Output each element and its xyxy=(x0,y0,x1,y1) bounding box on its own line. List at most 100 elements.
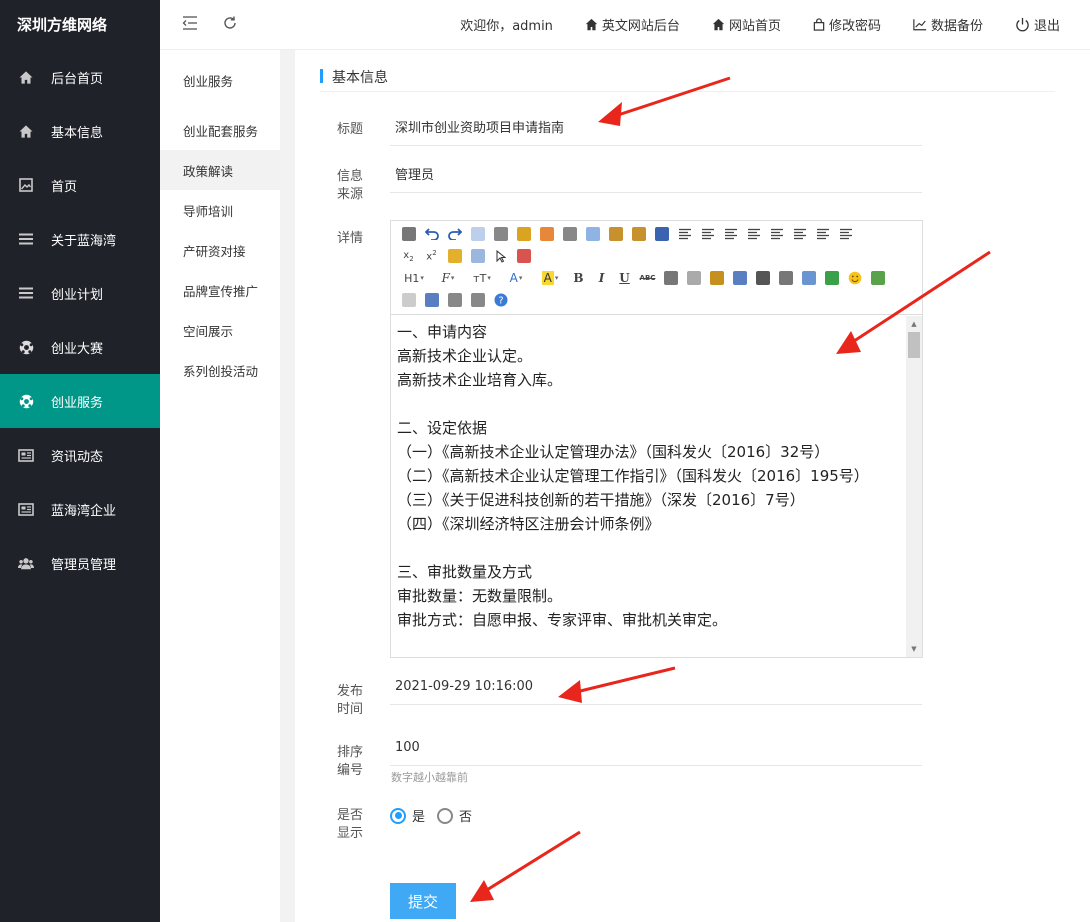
sort-input[interactable]: 100 xyxy=(390,730,922,766)
data-backup-link[interactable]: 数据备份 xyxy=(897,0,999,50)
sidebar-item-label: 管理员管理 xyxy=(51,557,117,573)
insert-image-icon[interactable] xyxy=(705,268,728,288)
change-password-link[interactable]: 修改密码 xyxy=(797,0,897,50)
bold-button[interactable]: B xyxy=(567,268,590,288)
indent-icon[interactable] xyxy=(811,224,834,244)
sidebar-item[interactable]: 创业计划 xyxy=(0,266,160,320)
subnav-item[interactable]: 系列创投活动 xyxy=(160,350,280,390)
editor-line: 审批数量：无数量限制。 xyxy=(397,587,563,605)
outdent-icon[interactable] xyxy=(834,224,857,244)
copy-icon[interactable] xyxy=(581,224,604,244)
editor-content[interactable]: 一、申请内容 高新技术企业认定。 高新技术企业培育入库。 二、设定依据 （一）《高新技术… xyxy=(391,316,906,657)
home-icon xyxy=(18,69,34,85)
editor-scrollbar[interactable]: ▲ ▼ xyxy=(906,316,922,657)
publish-time-input[interactable]: 2021-09-29 10:16:00 xyxy=(390,669,922,705)
editor-line: 高新技术企业培育入库。 xyxy=(397,371,563,389)
show-yes-radio[interactable]: 是 xyxy=(390,806,425,825)
table-icon[interactable] xyxy=(797,268,820,288)
select-all-icon[interactable] xyxy=(466,246,489,266)
sidebar-item[interactable]: 蓝海湾企业 xyxy=(0,482,160,536)
align-right-icon[interactable] xyxy=(719,224,742,244)
subnav-item[interactable]: 产研资对接 xyxy=(160,230,280,270)
collapse-menu-icon[interactable] xyxy=(182,15,198,34)
sidebar-item[interactable]: 创业服务 xyxy=(0,374,160,428)
underline-button[interactable]: U xyxy=(613,268,636,288)
dropdown-caret-icon: ▾ xyxy=(487,274,491,282)
scrollbar-thumb[interactable] xyxy=(908,332,920,358)
subnav-item[interactable]: 创业服务 xyxy=(160,50,280,110)
unordered-list-icon[interactable] xyxy=(788,224,811,244)
editor-line: （四）《深圳经济特区注册会计师条例》 xyxy=(397,515,660,533)
sidebar-nav: 后台首页基本信息首页 关于蓝海湾 创业计划 创业大赛 创业服务 资讯动态 蓝海湾企业管理员管… xyxy=(0,50,160,590)
paste-text-icon[interactable] xyxy=(627,224,650,244)
scroll-down-arrow-icon[interactable]: ▼ xyxy=(906,643,922,655)
sidebar-item-label: 基本信息 xyxy=(51,125,104,141)
ordered-list-icon[interactable] xyxy=(765,224,788,244)
english-backend-link[interactable]: 英文网站后台 xyxy=(569,0,696,50)
align-justify-icon[interactable] xyxy=(742,224,765,244)
font-family-select[interactable]: F ▾ xyxy=(431,268,465,288)
home-icon xyxy=(585,18,598,31)
template-icon[interactable] xyxy=(512,224,535,244)
source-input[interactable]: 管理员 xyxy=(390,155,922,193)
logout-link[interactable]: 退出 xyxy=(999,0,1090,50)
show-no-radio[interactable]: 否 xyxy=(437,806,472,825)
help-icon[interactable]: ? xyxy=(489,290,512,310)
print-icon[interactable] xyxy=(489,224,512,244)
sidebar-item[interactable]: 创业大赛 xyxy=(0,320,160,374)
subnav-item[interactable]: 品牌宣传推广 xyxy=(160,270,280,310)
clear-format-icon[interactable] xyxy=(443,246,466,266)
attachment-icon[interactable] xyxy=(774,268,797,288)
flash-icon[interactable] xyxy=(728,268,751,288)
sidebar-item[interactable]: 管理员管理 xyxy=(0,536,160,590)
eraser-icon[interactable] xyxy=(682,268,705,288)
source-label: 信息 来源 xyxy=(337,169,364,202)
cursor-icon[interactable] xyxy=(489,246,512,266)
sidebar-item[interactable]: 基本信息 xyxy=(0,104,160,158)
subnav-item[interactable]: 导师培训 xyxy=(160,190,280,230)
align-center-icon[interactable] xyxy=(696,224,719,244)
subnav-item[interactable]: 政策解读 xyxy=(160,150,280,190)
show-label: 是否 显示 xyxy=(337,808,364,841)
superscript-icon[interactable]: x2 xyxy=(420,246,443,266)
site-home-link[interactable]: 网站首页 xyxy=(696,0,797,50)
code-icon[interactable] xyxy=(535,224,558,244)
undo-icon[interactable] xyxy=(420,224,443,244)
emoticon-icon[interactable] xyxy=(843,268,866,288)
soccer-ball-icon xyxy=(18,339,34,355)
source-code-icon[interactable] xyxy=(397,224,420,244)
scroll-up-arrow-icon[interactable]: ▲ xyxy=(906,318,922,330)
insert-row-icon[interactable] xyxy=(820,268,843,288)
strikethrough-button[interactable]: ABC xyxy=(636,268,659,288)
redo-icon[interactable] xyxy=(443,224,466,244)
detail-label: 详情 xyxy=(337,231,364,246)
media-icon[interactable] xyxy=(751,268,774,288)
font-size-select[interactable]: тT ▾ xyxy=(465,268,499,288)
italic-button[interactable]: I xyxy=(590,268,613,288)
sidebar-item[interactable]: 首页 xyxy=(0,158,160,212)
cut-icon[interactable] xyxy=(558,224,581,244)
anchor-icon[interactable] xyxy=(420,290,443,310)
sidebar-item[interactable]: 关于蓝海湾 xyxy=(0,212,160,266)
fullscreen-icon[interactable] xyxy=(512,246,535,266)
title-input[interactable]: 深圳市创业资助项目申请指南 xyxy=(390,108,922,146)
submit-button[interactable]: 提交 xyxy=(390,883,456,919)
paste-icon[interactable] xyxy=(604,224,627,244)
subnav-item[interactable]: 创业配套服务 xyxy=(160,110,280,150)
subscript-icon[interactable]: x2 xyxy=(397,246,420,266)
paste-word-icon[interactable] xyxy=(650,224,673,244)
highlight-button[interactable]: A ▾ xyxy=(533,268,567,288)
font-color-button[interactable]: A ▾ xyxy=(499,268,533,288)
refresh-icon[interactable] xyxy=(222,15,238,35)
preview-icon[interactable] xyxy=(466,224,489,244)
heading-select[interactable]: H1 ▾ xyxy=(397,268,431,288)
horizontal-rule-icon[interactable] xyxy=(659,268,682,288)
align-left-icon[interactable] xyxy=(673,224,696,244)
image-upload-icon[interactable] xyxy=(866,268,889,288)
link-icon[interactable] xyxy=(443,290,466,310)
unlink-icon[interactable] xyxy=(466,290,489,310)
sidebar-item[interactable]: 资讯动态 xyxy=(0,428,160,482)
page-break-icon[interactable] xyxy=(397,290,420,310)
subnav-item[interactable]: 空间展示 xyxy=(160,310,280,350)
sidebar-item[interactable]: 后台首页 xyxy=(0,50,160,104)
